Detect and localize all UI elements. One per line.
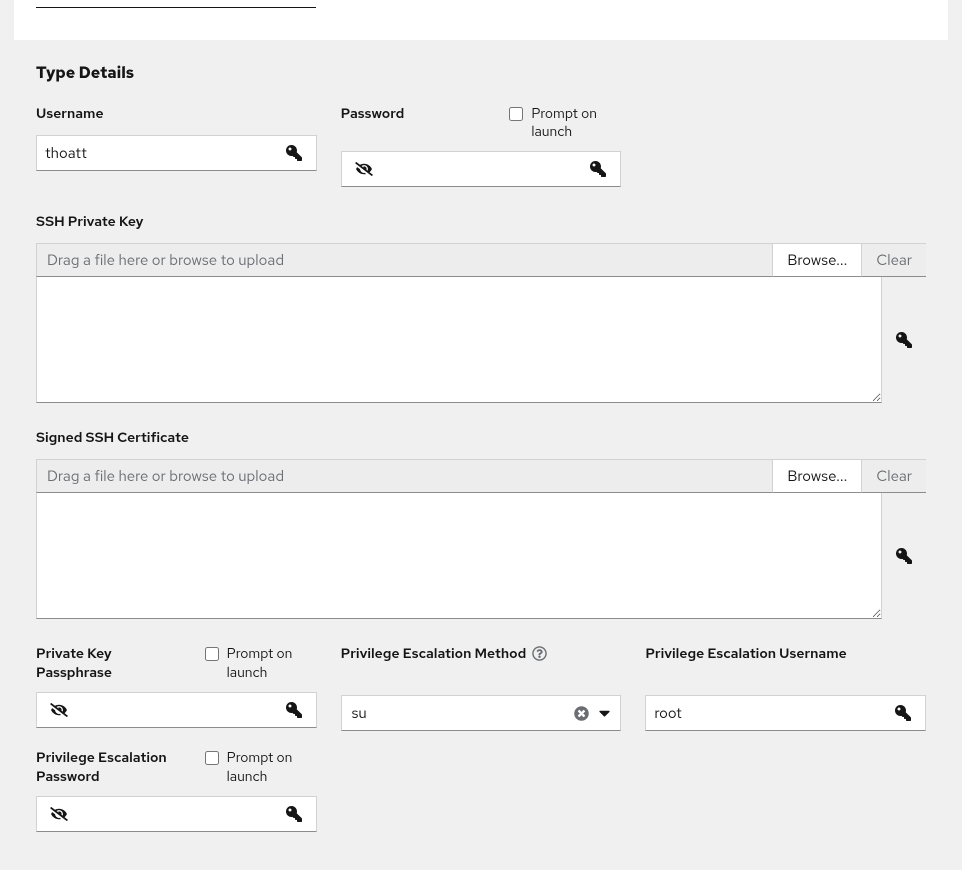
passphrase-prompt-label: Prompt on launch (227, 645, 317, 681)
username-input[interactable] (37, 136, 272, 170)
priv-esc-password-prompt-checkbox[interactable] (205, 751, 219, 765)
username-label: Username (36, 105, 104, 123)
eye-slash-icon[interactable] (37, 797, 81, 831)
priv-esc-method-value: su (352, 703, 575, 723)
private-key-passphrase-label: Private Key Passphrase (36, 645, 146, 681)
priv-esc-method-select[interactable]: su (341, 695, 622, 731)
priv-esc-password-prompt-label: Prompt on launch (227, 749, 317, 785)
ssh-key-dropzone[interactable]: Drag a file here or browse to upload (36, 243, 773, 277)
key-icon[interactable] (896, 332, 912, 348)
priv-esc-password-input[interactable] (81, 797, 272, 831)
browse-button[interactable]: Browse... (773, 459, 862, 493)
eye-slash-icon[interactable] (342, 152, 386, 186)
password-prompt-label: Prompt on launch (531, 105, 621, 141)
password-field: Password Prompt on launch (341, 105, 622, 187)
priv-esc-username-field: Privilege Escalation Username (645, 645, 926, 731)
priv-esc-method-label: Privilege Escalation Method (341, 645, 527, 663)
key-icon[interactable] (272, 797, 316, 831)
passphrase-prompt-on-launch[interactable]: Prompt on launch (205, 645, 317, 681)
passphrase-prompt-checkbox[interactable] (205, 647, 219, 661)
signed-ssh-cert-label: Signed SSH Certificate (36, 429, 189, 447)
key-icon[interactable] (576, 152, 620, 186)
section-title: Type Details (36, 62, 926, 83)
signed-cert-dropzone[interactable]: Drag a file here or browse to upload (36, 459, 773, 493)
priv-esc-password-label: Privilege Escalation Password (36, 749, 186, 785)
top-rule (36, 0, 316, 8)
password-prompt-on-launch[interactable]: Prompt on launch (509, 105, 621, 141)
clear-button[interactable]: Clear (862, 459, 926, 493)
passphrase-input[interactable] (81, 693, 272, 727)
password-prompt-checkbox[interactable] (509, 107, 523, 121)
clear-selection-icon[interactable] (574, 706, 589, 721)
key-icon[interactable] (272, 693, 316, 727)
ssh-private-key-field: SSH Private Key Drag a file here or brow… (36, 213, 926, 403)
priv-esc-method-field: Privilege Escalation Method su (341, 645, 622, 731)
eye-slash-icon[interactable] (37, 693, 81, 727)
private-key-passphrase-field: Private Key Passphrase Prompt on launch (36, 645, 317, 727)
ssh-private-key-label: SSH Private Key (36, 213, 143, 231)
key-icon[interactable] (896, 548, 912, 564)
signed-ssh-cert-field: Signed SSH Certificate Drag a file here … (36, 429, 926, 619)
caret-down-icon[interactable] (599, 704, 610, 722)
help-icon[interactable] (532, 646, 548, 662)
key-icon[interactable] (881, 696, 925, 730)
priv-esc-password-prompt-on-launch[interactable]: Prompt on launch (205, 749, 317, 785)
clear-button[interactable]: Clear (862, 243, 926, 277)
ssh-key-textarea[interactable] (36, 277, 882, 403)
key-icon[interactable] (272, 136, 316, 170)
priv-esc-password-field: Privilege Escalation Password Prompt on … (36, 749, 317, 831)
priv-esc-username-label: Privilege Escalation Username (645, 645, 846, 663)
username-field: Username (36, 105, 317, 171)
browse-button[interactable]: Browse... (773, 243, 862, 277)
password-input[interactable] (386, 152, 577, 186)
priv-esc-username-input[interactable] (646, 696, 881, 730)
password-label: Password (341, 105, 405, 123)
signed-cert-textarea[interactable] (36, 493, 882, 619)
